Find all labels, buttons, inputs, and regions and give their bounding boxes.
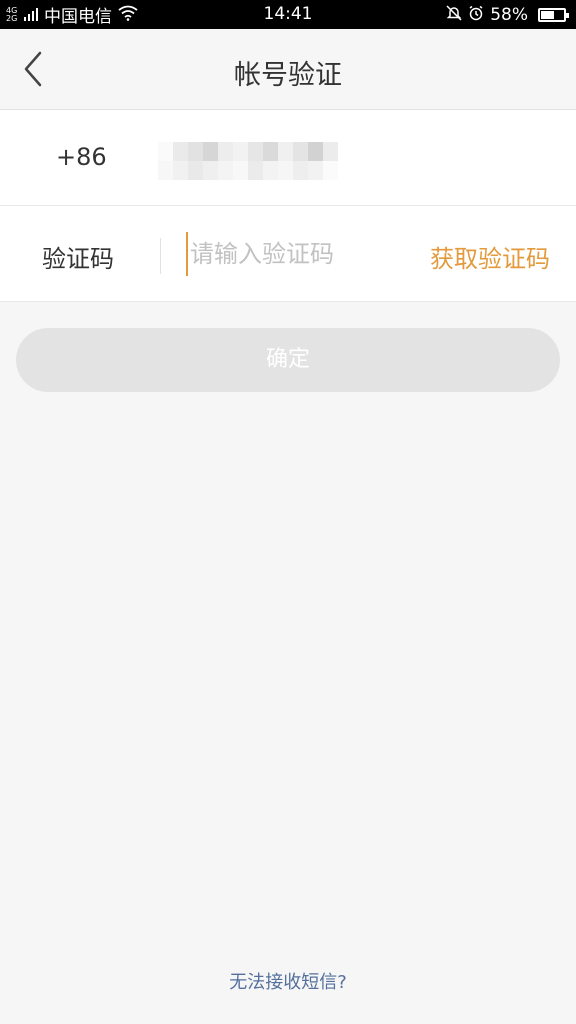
wifi-icon: [118, 5, 138, 25]
verification-form: +86 验证码 获取验证码: [0, 110, 576, 302]
signal-icon: [24, 8, 38, 21]
cannot-receive-sms-link[interactable]: 无法接收短信?: [0, 968, 576, 994]
network-type: 4G 2G: [6, 5, 18, 23]
mute-bell-icon: [446, 4, 462, 25]
status-left: 4G 2G 中国电信: [6, 0, 138, 29]
field-divider: [160, 238, 161, 274]
confirm-button[interactable]: 确定: [16, 328, 560, 392]
status-bar: 4G 2G 中国电信 14:41 58%: [0, 0, 576, 29]
code-label: 验证码: [42, 245, 114, 273]
battery-percent: 58%: [490, 4, 528, 25]
alarm-icon: [468, 5, 484, 25]
nav-bar: 帐号验证: [0, 29, 576, 110]
battery-level: [541, 10, 554, 19]
masked-phone-number: [158, 142, 338, 180]
get-code-button[interactable]: 获取验证码: [430, 239, 550, 274]
status-right: 58%: [446, 0, 569, 29]
battery-icon: [538, 7, 569, 22]
phone-row: +86: [0, 110, 576, 206]
country-code: +86: [56, 143, 107, 171]
code-row: 验证码 获取验证码: [0, 206, 576, 302]
code-input[interactable]: [186, 232, 406, 276]
carrier-name: 中国电信: [44, 7, 112, 27]
page-title: 帐号验证: [234, 60, 342, 91]
